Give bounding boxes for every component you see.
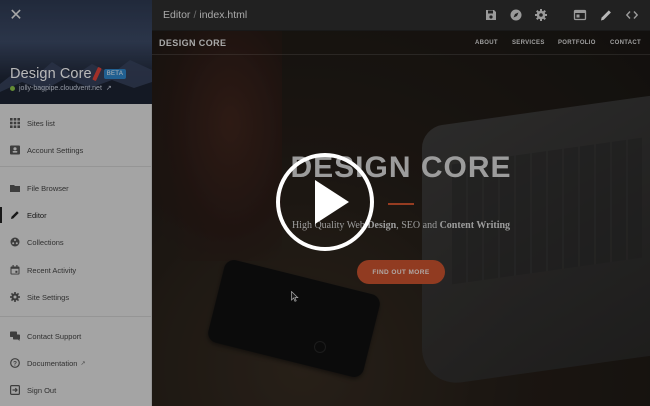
play-icon — [315, 180, 349, 224]
play-button[interactable] — [276, 153, 374, 251]
